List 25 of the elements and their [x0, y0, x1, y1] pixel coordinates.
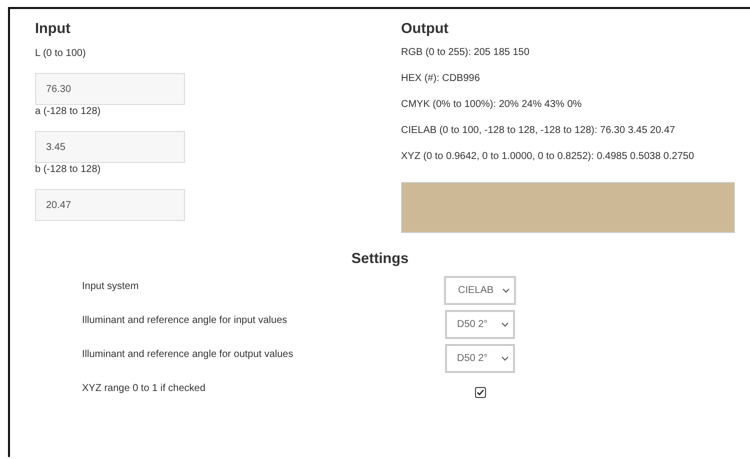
output-value: XYZ (0 to 0.9642, 0 to 1.0000, 0 to 0.8252): 0.4985 0.5038 0.2750	[401, 150, 696, 164]
setting-label: Illuminant and reference angle for output values	[81, 348, 294, 360]
setting-label: Input system	[81, 280, 140, 292]
output-value: CIELAB (0 to 100, -128 to 128, -128 to 128): 76.30 3.45 20.47	[401, 124, 676, 138]
output-value: RGB (0 to 255): 205 185 150	[401, 46, 530, 60]
setting-label: XYZ range 0 to 1 if checked	[81, 382, 206, 394]
setting-label: Illuminant and reference angle for input values	[81, 314, 288, 326]
checkbox[interactable]	[474, 386, 486, 398]
input-field[interactable]: 76.30	[35, 73, 185, 105]
input-field[interactable]: 3.45	[35, 131, 185, 163]
field-label: L (0 to 100)	[35, 48, 87, 59]
output-value: CMYK (0% to 100%): 20% 24% 43% 0%	[401, 98, 583, 112]
dropdown[interactable]: D50 2°	[445, 344, 515, 372]
field-label: a (-128 to 128)	[35, 106, 102, 117]
dropdown[interactable]: CIELAB	[444, 276, 516, 304]
field-label: b (-128 to 128)	[35, 164, 102, 175]
section-title: Output	[401, 21, 450, 37]
dropdown[interactable]: D50 2°	[445, 310, 515, 338]
input-field[interactable]: 20.47	[35, 189, 185, 221]
section-title: Settings	[350, 251, 410, 267]
chevron-icon	[501, 356, 509, 360]
chevron-icon	[502, 288, 510, 292]
chevron-icon	[501, 322, 509, 326]
section-title: Input	[35, 21, 72, 37]
output-value: HEX (#): CDB996	[401, 72, 481, 86]
